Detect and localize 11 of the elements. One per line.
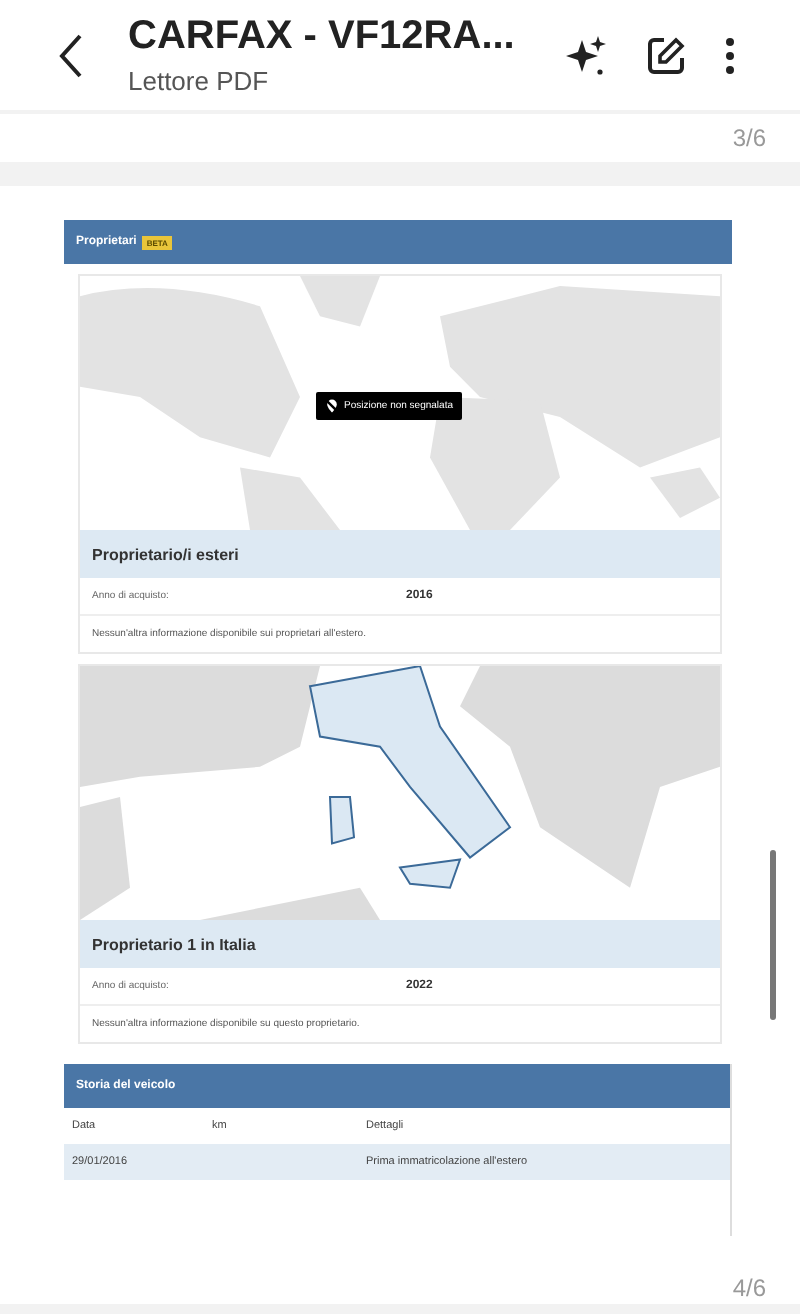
back-icon[interactable] — [56, 31, 84, 79]
owner-heading: Proprietario 1 in Italia — [80, 920, 720, 968]
page-number: 3/6 — [732, 124, 766, 152]
location-off-icon — [324, 398, 340, 414]
document-title: CARFAX - VF12RA... — [128, 14, 517, 60]
page-number: 4/6 — [732, 1273, 766, 1301]
more-icon[interactable] — [724, 35, 736, 75]
edit-icon[interactable] — [644, 33, 688, 77]
sparkle-icon[interactable] — [564, 33, 608, 77]
owner-heading: Proprietario/i esteri — [80, 530, 720, 578]
app-subtitle: Lettore PDF — [128, 66, 271, 96]
